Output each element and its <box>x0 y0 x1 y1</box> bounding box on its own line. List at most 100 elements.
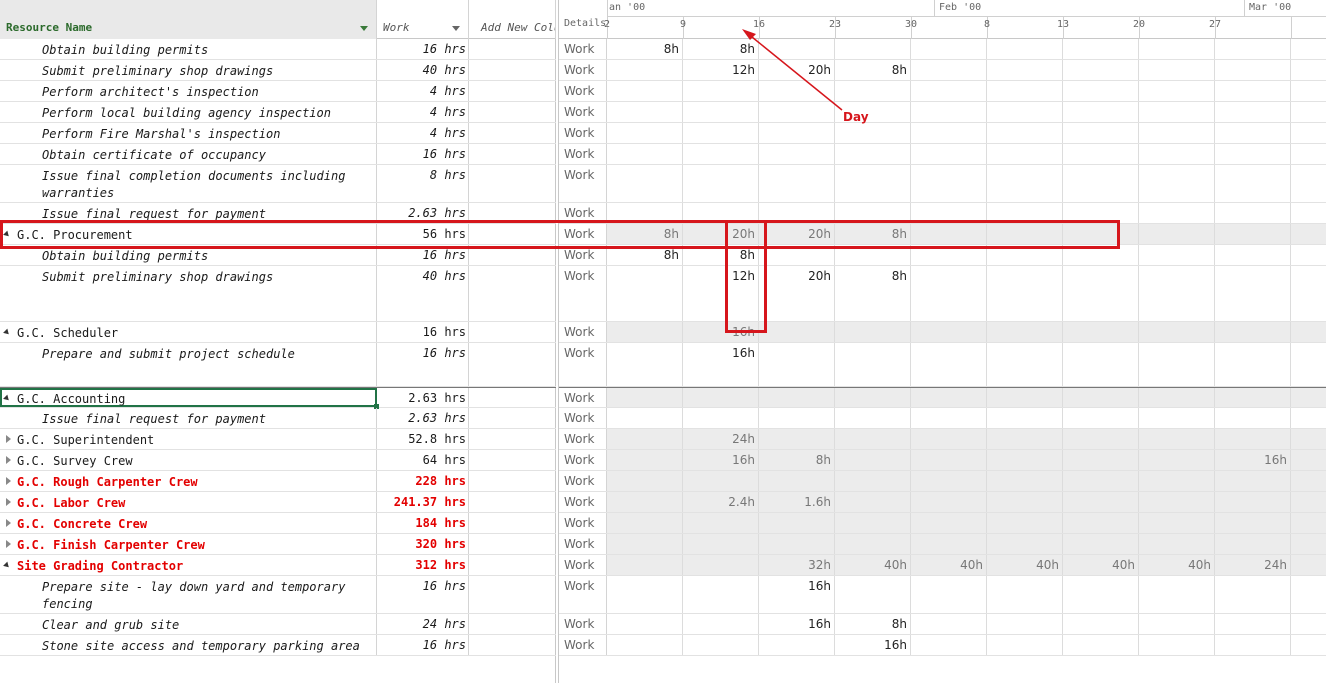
usage-cell[interactable] <box>1215 165 1291 202</box>
work-cell[interactable]: 8 hrs <box>377 165 469 202</box>
usage-cell[interactable] <box>911 123 987 143</box>
assignment-row[interactable]: Issue final request for payment 2.63 hrs <box>0 203 556 224</box>
usage-cell[interactable] <box>1063 165 1139 202</box>
usage-cell[interactable]: 16h <box>759 576 835 613</box>
usage-cell[interactable]: 8h <box>607 39 683 59</box>
collapse-triangle-icon[interactable] <box>3 561 11 570</box>
usage-cell[interactable] <box>835 81 911 101</box>
assignment-row[interactable]: Prepare site - lay down yard and tempora… <box>0 576 556 614</box>
assignment-row[interactable]: Prepare and submit project schedule 16 hr… <box>0 343 556 387</box>
usage-cell[interactable]: 20h <box>759 60 835 80</box>
usage-cell[interactable] <box>683 165 759 202</box>
work-cell[interactable]: 16 hrs <box>377 343 469 386</box>
usage-cell[interactable] <box>1063 81 1139 101</box>
usage-cell[interactable]: 20h <box>683 224 759 244</box>
usage-cell[interactable] <box>1215 60 1291 80</box>
usage-cell[interactable] <box>1139 165 1215 202</box>
usage-cell[interactable] <box>607 388 683 407</box>
usage-cell[interactable] <box>835 388 911 407</box>
add-column-cell[interactable] <box>469 555 556 575</box>
add-column-cell[interactable] <box>469 203 556 223</box>
usage-cell[interactable] <box>911 165 987 202</box>
name-cell[interactable]: Submit preliminary shop drawings <box>0 60 377 80</box>
usage-cell[interactable] <box>1063 102 1139 122</box>
usage-cell[interactable] <box>683 471 759 491</box>
usage-cell[interactable] <box>987 534 1063 554</box>
usage-cell[interactable] <box>1063 492 1139 512</box>
usage-cell[interactable] <box>607 123 683 143</box>
assignment-row[interactable]: Issue final request for payment 2.63 hrs <box>0 408 556 429</box>
usage-cell[interactable] <box>1063 450 1139 470</box>
work-cell[interactable]: 2.63 hrs <box>377 203 469 223</box>
usage-cell[interactable] <box>1063 429 1139 449</box>
usage-cell[interactable] <box>911 534 987 554</box>
work-cell[interactable]: 320 hrs <box>377 534 469 554</box>
usage-cell[interactable] <box>759 635 835 655</box>
usage-cell[interactable] <box>1063 322 1139 342</box>
usage-cell[interactable]: 40h <box>835 555 911 575</box>
usage-cell[interactable] <box>607 408 683 428</box>
usage-cell[interactable] <box>911 81 987 101</box>
name-cell[interactable]: G.C. Rough Carpenter Crew <box>0 471 377 491</box>
usage-cell[interactable] <box>987 165 1063 202</box>
usage-cell[interactable] <box>911 614 987 634</box>
expand-triangle-icon[interactable] <box>6 540 11 548</box>
usage-cell[interactable] <box>1139 450 1215 470</box>
usage-cell[interactable] <box>987 102 1063 122</box>
usage-cell[interactable]: 12h <box>683 266 759 321</box>
work-cell[interactable]: 184 hrs <box>377 513 469 533</box>
usage-cell[interactable]: 40h <box>1063 555 1139 575</box>
usage-cell[interactable] <box>987 408 1063 428</box>
work-cell[interactable]: 4 hrs <box>377 123 469 143</box>
work-cell[interactable]: 16 hrs <box>377 576 469 613</box>
work-cell[interactable]: 4 hrs <box>377 102 469 122</box>
resource-name-filter-dropdown-icon[interactable] <box>360 26 368 31</box>
work-cell[interactable]: 24 hrs <box>377 614 469 634</box>
usage-cell[interactable] <box>1063 471 1139 491</box>
resource-row[interactable]: G.C. Rough Carpenter Crew 228 hrs <box>0 471 556 492</box>
usage-cell[interactable] <box>987 429 1063 449</box>
usage-cell[interactable]: 40h <box>987 555 1063 575</box>
usage-cell[interactable] <box>1139 144 1215 164</box>
usage-cell[interactable] <box>987 513 1063 533</box>
resource-row[interactable]: G.C. Concrete Crew 184 hrs <box>0 513 556 534</box>
usage-cell[interactable] <box>607 429 683 449</box>
usage-cell[interactable] <box>835 471 911 491</box>
work-cell[interactable]: 52.8 hrs <box>377 429 469 449</box>
usage-cell[interactable] <box>1215 123 1291 143</box>
name-cell[interactable]: Prepare site - lay down yard and tempora… <box>0 576 377 613</box>
name-cell[interactable]: Obtain building permits <box>0 39 377 59</box>
usage-cell[interactable] <box>759 322 835 342</box>
usage-cell[interactable] <box>1063 39 1139 59</box>
usage-cell[interactable] <box>759 165 835 202</box>
usage-cell[interactable] <box>683 102 759 122</box>
usage-cell[interactable] <box>911 429 987 449</box>
usage-cell[interactable] <box>1215 322 1291 342</box>
usage-cell[interactable] <box>1063 266 1139 321</box>
usage-cell[interactable] <box>987 322 1063 342</box>
add-column-cell[interactable] <box>469 408 556 428</box>
usage-cell[interactable] <box>987 266 1063 321</box>
expand-triangle-icon[interactable] <box>6 435 11 443</box>
add-column-cell[interactable] <box>469 492 556 512</box>
usage-cell[interactable]: 20h <box>759 224 835 244</box>
work-cell[interactable]: 16 hrs <box>377 39 469 59</box>
usage-cell[interactable]: 8h <box>607 224 683 244</box>
usage-cell[interactable] <box>1063 123 1139 143</box>
usage-cell[interactable]: 16h <box>1215 450 1291 470</box>
name-cell[interactable]: Perform local building agency inspection <box>0 102 377 122</box>
assignment-row[interactable]: Perform Fire Marshal's inspection 4 hrs <box>0 123 556 144</box>
assignment-row[interactable]: Issue final completion documents includi… <box>0 165 556 203</box>
usage-cell[interactable] <box>1063 614 1139 634</box>
usage-cell[interactable]: 16h <box>683 322 759 342</box>
usage-cell[interactable] <box>835 492 911 512</box>
name-cell[interactable]: Clear and grub site <box>0 614 377 634</box>
usage-cell[interactable] <box>911 492 987 512</box>
usage-cell[interactable]: 8h <box>835 266 911 321</box>
name-cell[interactable]: G.C. Accounting <box>0 388 377 407</box>
usage-cell[interactable]: 24h <box>683 429 759 449</box>
usage-cell[interactable] <box>835 534 911 554</box>
usage-cell[interactable]: 20h <box>759 266 835 321</box>
work-cell[interactable]: 16 hrs <box>377 144 469 164</box>
usage-cell[interactable] <box>1215 614 1291 634</box>
